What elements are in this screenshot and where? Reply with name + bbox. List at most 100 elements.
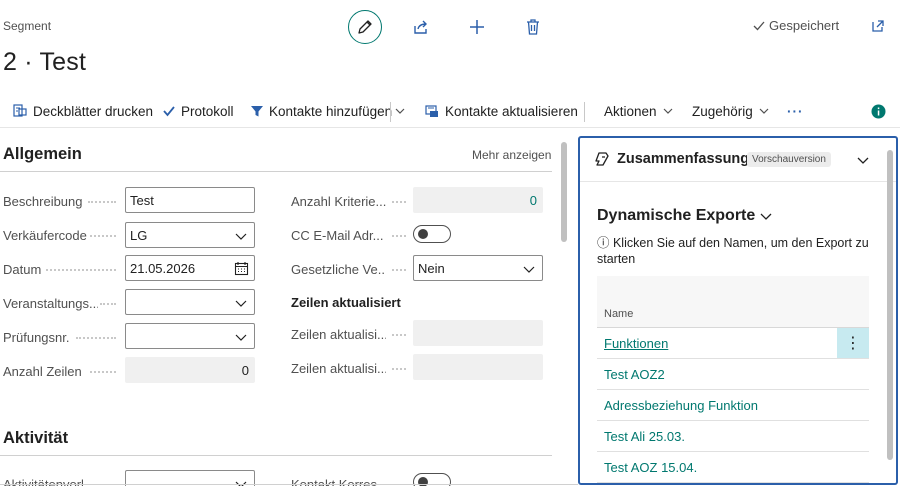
action-label: Aktionen [604,103,657,119]
column-header-name[interactable]: Name [604,308,633,320]
row-menu-button[interactable]: ⋮ [837,328,869,358]
label-dots [392,368,406,370]
table-row[interactable]: Test Ali 25.03. [597,421,869,452]
event-select[interactable] [125,289,255,315]
factbox-header[interactable]: Zusammenfassung Vorschauversion [580,138,896,182]
export-name[interactable]: Test AOZ 15.04. [604,460,697,475]
copilot-icon [595,152,609,166]
action-separator [584,102,585,122]
section-title-activity: Aktivität [3,429,69,447]
exam-no-select[interactable] [125,323,255,349]
new-button[interactable] [460,10,494,44]
factbox-scrollbar[interactable] [887,150,893,460]
check-icon [753,21,765,30]
protocol-button[interactable]: Protokoll [162,94,234,128]
date-value: 21.05.2026 [130,260,196,276]
saved-label: Gespeichert [769,18,840,33]
chevron-down-icon [395,108,405,114]
export-name[interactable]: Funktionen [604,336,668,351]
label-dots [392,201,406,203]
more-actions-button[interactable]: ··· [787,94,804,128]
update-contacts-button[interactable]: Kontakte aktualisieren [424,94,578,128]
table-row[interactable]: Test AOZ 15.04. [597,452,869,483]
chevron-down-icon [235,233,247,240]
page-caption: Segment [3,19,52,33]
export-name[interactable]: Test Ali 25.03. [604,429,685,444]
exports-table: Name Funktionen ⋮ Test AOZ2 Adressbezieh… [597,276,869,483]
legal-value: Nein [418,260,445,276]
chevron-down-icon [759,108,769,114]
field-label-exam-no: Prüfungsnr. [3,330,70,345]
salesperson-value: LG [130,227,148,243]
chevron-down-icon[interactable] [855,152,871,168]
label-dots [46,269,116,271]
cc-email-toggle[interactable] [413,225,451,243]
dynamic-exports-title[interactable]: Dynamische Exporte [597,207,773,225]
delete-button[interactable] [516,10,550,44]
export-name[interactable]: Test AOZ2 [604,367,665,382]
salesperson-select[interactable]: LG [125,222,255,248]
open-new-window-button[interactable] [868,16,888,36]
label-dots [76,337,116,339]
bottom-divider [0,484,578,485]
chevron-down-icon [235,334,247,341]
line-count-value: 0 [125,357,255,383]
plus-icon [470,20,484,34]
section-divider [0,455,552,456]
export-name[interactable]: Adressbeziehung Funktion [604,398,758,413]
table-row[interactable]: Funktionen ⋮ [597,328,869,359]
action-label: Zugehörig [692,103,753,119]
dynamic-exports-label: Dynamische Exporte [597,207,756,224]
calendar-icon[interactable] [234,261,249,276]
share-icon [414,20,427,34]
show-more-link[interactable]: Mehr anzeigen [472,148,551,162]
label-dots [392,334,406,336]
share-button[interactable] [404,10,438,44]
dynamic-exports-hint: ⓘ Klicken Sie auf den Namen, um den Expo… [597,236,869,266]
print-icon [13,104,27,117]
add-contacts-button[interactable]: Kontakte hinzufügen [250,94,392,128]
field-label-event: Veranstaltungs... [3,296,98,311]
actions-menu[interactable]: Aktionen [604,94,674,128]
action-label: Kontakte aktualisieren [445,103,578,119]
summary-factbox: Zusammenfassung Vorschauversion Dynamisc… [578,136,898,485]
page-title: 2 · Test [3,48,87,76]
print-cover-sheets-button[interactable]: Deckblätter drucken [12,94,153,128]
date-input[interactable]: 21.05.2026 [125,255,255,281]
factbox-title: Zusammenfassung [617,151,750,167]
legal-select[interactable]: Nein [413,255,543,281]
field-label-date: Datum [3,262,42,277]
chevron-down-icon [235,300,247,307]
toggle-knob [418,229,428,239]
action-label: Kontakte hinzufügen [269,103,393,119]
action-separator [390,102,391,122]
label-dots [90,235,116,237]
lines-updated-1-value [413,320,543,346]
table-row[interactable]: Test AOZ2 [597,359,869,390]
label-dots [88,201,116,203]
label-dots [100,303,116,305]
field-label-criteria-count: Anzahl Kriterie... [291,194,386,209]
criteria-count-value[interactable]: 0 [413,187,543,213]
popout-icon [872,20,884,32]
label-dots [392,269,406,271]
field-label-lines-updated-1: Zeilen aktualisi... [291,327,386,342]
action-bar: Deckblätter drucken Protokoll Kontakte h… [0,94,900,128]
chevron-down-icon [663,108,672,114]
main-scrollbar[interactable] [561,142,567,242]
chevron-down-icon [760,213,772,220]
trash-icon [527,19,539,35]
edit-button[interactable] [348,10,382,44]
field-label-lines-updated-2: Zeilen aktualisi... [291,361,386,376]
lines-updated-2-value [413,354,543,380]
add-contacts-dropdown[interactable] [394,94,406,128]
saved-status: Gespeichert [752,18,839,33]
field-label-description: Beschreibung [3,194,83,209]
related-menu[interactable]: Zugehörig [692,94,770,128]
chevron-down-icon [523,266,535,273]
description-input[interactable]: Test [125,187,255,213]
lines-updated-heading: Zeilen aktualisiert [291,295,401,310]
info-button[interactable] [871,94,886,128]
table-row[interactable]: Adressbeziehung Funktion [597,390,869,421]
filter-icon [251,106,263,117]
